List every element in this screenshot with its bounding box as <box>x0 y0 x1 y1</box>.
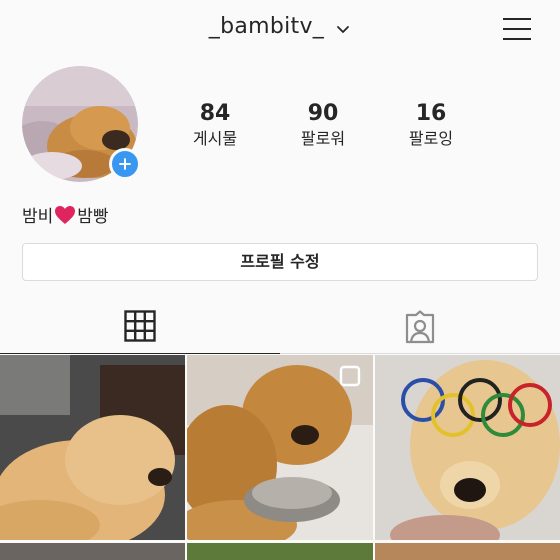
posts-label: 게시물 <box>192 129 238 148</box>
posts-value: 84 <box>199 101 231 126</box>
edit-profile-button[interactable]: 프로필 수정 <box>22 243 538 281</box>
hamburger-menu-icon[interactable] <box>502 16 532 42</box>
profile-bio: 밤비 밤빵 <box>22 202 109 227</box>
tab-tagged[interactable] <box>280 300 560 354</box>
post-thumbnail[interactable] <box>375 355 560 540</box>
bio-text-part2: 밤빵 <box>77 207 109 227</box>
followers-value: 90 <box>307 101 339 126</box>
post-thumbnail[interactable] <box>375 543 560 560</box>
tab-grid[interactable] <box>0 300 280 354</box>
post-thumbnail[interactable] <box>0 543 185 560</box>
followers-count[interactable]: 90 팔로워 <box>283 100 363 150</box>
username[interactable]: _bambitv_ <box>209 14 324 39</box>
post-thumbnail[interactable] <box>187 355 373 540</box>
post-thumbnail[interactable] <box>0 355 185 540</box>
add-story-icon[interactable] <box>109 148 141 180</box>
tagged-icon <box>405 310 435 344</box>
profile-tabs <box>0 300 560 354</box>
bio-text-part1: 밤비 <box>22 207 54 227</box>
following-count[interactable]: 16 팔로잉 <box>391 100 471 150</box>
grid-icon <box>124 310 156 342</box>
photo-grid <box>0 355 560 560</box>
followers-label: 팔로워 <box>300 129 346 148</box>
chevron-down-icon[interactable] <box>335 21 351 37</box>
posts-count[interactable]: 84 게시물 <box>175 100 255 150</box>
following-label: 팔로잉 <box>408 129 454 148</box>
top-bar: _bambitv_ <box>0 0 560 62</box>
following-value: 16 <box>415 101 447 126</box>
post-thumbnail[interactable] <box>187 543 373 560</box>
username-switcher[interactable]: _bambitv_ <box>0 14 560 39</box>
heart-icon <box>55 205 76 224</box>
